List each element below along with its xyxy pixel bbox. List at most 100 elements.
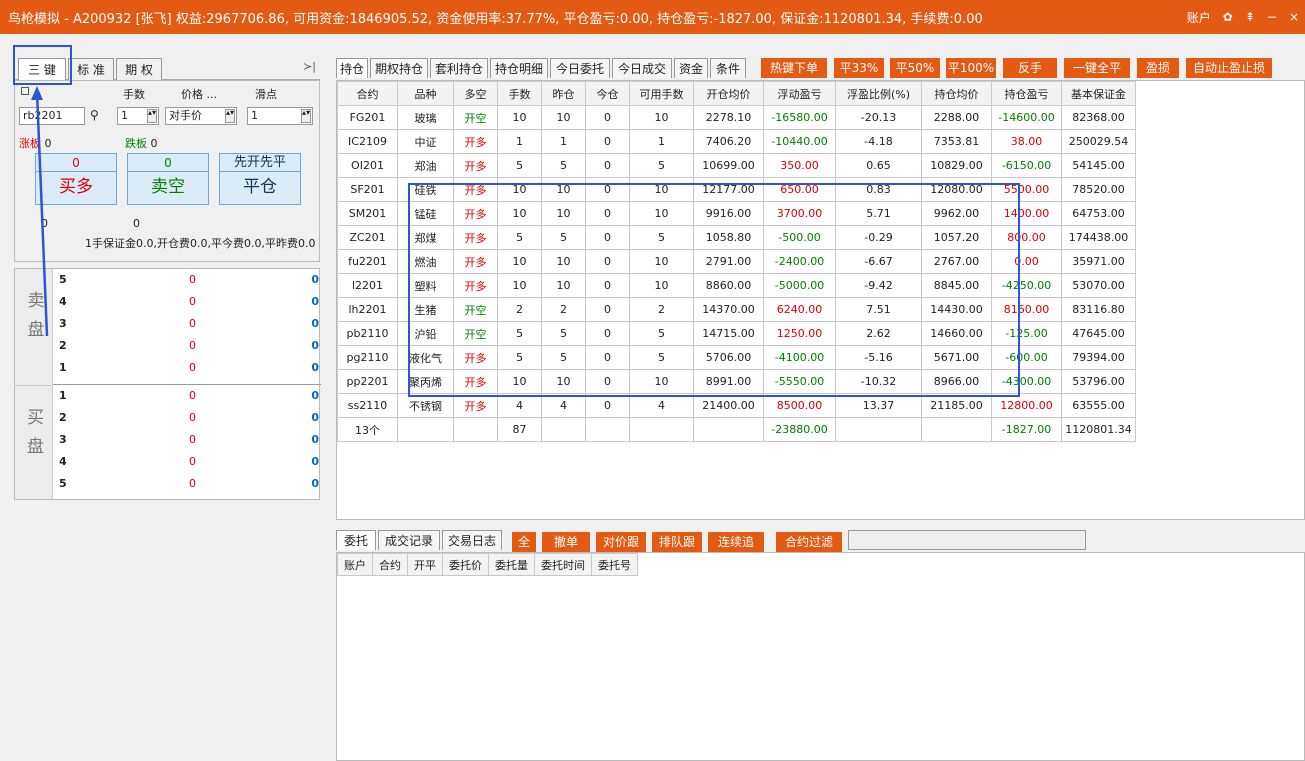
column-header[interactable]: 可用手数 [629,81,694,106]
contract-filter-button[interactable]: 合约过滤 [776,532,842,552]
position-row[interactable]: ZC201 郑煤 开多 5 5 0 5 1058.80 -500.00 -0.29 1057.20 8… [337,225,1136,250]
column-header[interactable]: 委托时间 [534,553,592,576]
position-cell: 10 [541,177,586,202]
tab-option-positions[interactable]: 期权持仓 [370,58,428,78]
column-header[interactable]: 昨仓 [541,81,586,106]
column-header[interactable]: 品种 [397,81,454,106]
column-header[interactable]: 合约 [337,81,398,106]
column-header[interactable]: 开平 [407,553,443,576]
position-cell: IC2109 [337,129,398,154]
position-cell: 塑料 [397,273,454,298]
position-cell: 10 [497,369,542,394]
follow-queue-button[interactable]: 排队跟 [652,532,702,552]
position-cell: 开多 [453,393,498,418]
column-header[interactable]: 账户 [337,553,373,576]
column-header[interactable]: 手数 [497,81,542,106]
position-row[interactable]: SM201 锰硅 开多 10 10 0 10 9916.00 3700.00 5.71 9962.0… [337,201,1136,226]
position-cell: 开多 [453,249,498,274]
column-header[interactable]: 委托价 [442,553,489,576]
position-cell: 9962.00 [921,201,992,226]
position-row[interactable]: l2201 塑料 开多 10 10 0 10 8860.00 -5000.00 -9.42 8845… [337,273,1136,298]
position-cell: l2201 [337,273,398,298]
column-header[interactable]: 基本保证金 [1061,81,1136,106]
hotkey-order-button[interactable]: 热键下单 [761,58,827,78]
position-cell: 10 [497,273,542,298]
profit-loss-button[interactable]: 盈损 [1137,58,1179,78]
column-header[interactable]: 浮盈比例(%) [835,81,922,106]
select-all-button[interactable]: 全 [512,532,536,552]
tab-funds[interactable]: 资金 [674,58,708,78]
position-cell: 0 [585,225,630,250]
position-cell: 聚丙烯 [397,369,454,394]
position-cell: -16580.00 [763,105,836,130]
total-cell [835,417,922,442]
position-row[interactable]: pg2110 液化气 开多 5 5 0 5 5706.00 -4100.00 -5.16 5671.… [337,345,1136,370]
position-cell: 5706.00 [693,345,764,370]
reverse-button[interactable]: 反手 [1003,58,1057,78]
position-row[interactable]: pp2201 聚丙烯 开多 10 10 0 10 8991.00 -5550.00 -10.32 8… [337,369,1136,394]
tab-arbitrage-positions[interactable]: 套利持仓 [430,58,488,78]
position-cell: -6150.00 [991,153,1062,178]
total-cell [397,417,454,442]
tab-today-orders[interactable]: 今日委托 [550,58,610,78]
position-cell: 硅铁 [397,177,454,202]
position-row[interactable]: SF201 硅铁 开多 10 10 0 10 12177.00 650.00 0.83 12080.… [337,177,1136,202]
position-cell: 800.00 [991,225,1062,250]
tab-trade-log[interactable]: 交易日志 [442,530,502,550]
column-header[interactable]: 持仓均价 [921,81,992,106]
position-cell: 21185.00 [921,393,992,418]
follow-opposite-button[interactable]: 对价跟 [596,532,646,552]
tab-today-trades[interactable]: 今日成交 [612,58,672,78]
cancel-order-button[interactable]: 撤单 [542,532,590,552]
position-row[interactable]: pb2110 沪铅 开空 5 5 0 5 14715.00 1250.00 2.62 14660.0… [337,321,1136,346]
position-row[interactable]: fu2201 燃油 开多 10 10 0 10 2791.00 -2400.00 -6.67 276… [337,249,1136,274]
column-header[interactable]: 开仓均价 [693,81,764,106]
tab-orders[interactable]: 委托 [336,530,376,550]
position-cell: 10 [541,273,586,298]
position-cell: 5 [629,321,694,346]
position-cell: 10 [629,201,694,226]
total-cell [921,417,992,442]
continuous-chase-button[interactable]: 连续追 [708,532,764,552]
total-cell: 1120801.34 [1061,417,1136,442]
column-header[interactable]: 合约 [372,553,408,576]
tab-trade-records[interactable]: 成交记录 [378,530,440,550]
position-cell: 开多 [453,201,498,226]
position-row[interactable]: ss2110 不锈钢 开多 4 4 0 4 21400.00 8500.00 13.37 21185… [337,393,1136,418]
position-cell: 7353.81 [921,129,992,154]
tab-position-details[interactable]: 持仓明细 [490,58,548,78]
tab-conditions[interactable]: 条件 [710,58,746,78]
position-cell: 4 [629,393,694,418]
total-cell: 13个 [337,417,398,442]
tab-positions[interactable]: 持仓 [336,58,368,78]
close-100-button[interactable]: 平100% [946,58,996,78]
column-header[interactable]: 浮动盈亏 [763,81,836,106]
position-cell: 5500.00 [991,177,1062,202]
column-header[interactable]: 持仓盈亏 [991,81,1062,106]
position-cell: 开空 [453,297,498,322]
column-header[interactable]: 今仓 [585,81,630,106]
column-header[interactable]: 委托量 [488,553,535,576]
position-cell: 10 [629,177,694,202]
close-50-button[interactable]: 平50% [890,58,940,78]
position-cell: 8991.00 [693,369,764,394]
position-row[interactable]: FG201 玻璃 开空 10 10 0 10 2278.10 -16580.00 -20.13 22… [337,105,1136,130]
close-33-button[interactable]: 平33% [834,58,884,78]
total-cell [585,417,630,442]
position-cell: 开多 [453,225,498,250]
position-cell: 10 [629,273,694,298]
position-cell: 1058.80 [693,225,764,250]
filter-input[interactable] [848,530,1086,550]
position-row[interactable]: IC2109 中证 开多 1 1 0 1 7406.20 -10440.00 -4.18 7353.… [337,129,1136,154]
position-row[interactable]: OI201 郑油 开多 5 5 0 5 10699.00 350.00 0.65 10829.00-… [337,153,1136,178]
column-header[interactable]: 委托号 [591,553,638,576]
column-header[interactable]: 多空 [453,81,498,106]
close-all-button[interactable]: 一键全平 [1064,58,1130,78]
position-cell: 8845.00 [921,273,992,298]
position-cell: 78520.00 [1061,177,1136,202]
position-cell: 12177.00 [693,177,764,202]
auto-stop-button[interactable]: 自动止盈止损 [1186,58,1272,78]
position-cell: 5 [629,225,694,250]
position-cell: 5 [497,153,542,178]
position-row[interactable]: lh2201 生猪 开空 2 2 0 2 14370.00 6240.00 7.51 14430.0… [337,297,1136,322]
